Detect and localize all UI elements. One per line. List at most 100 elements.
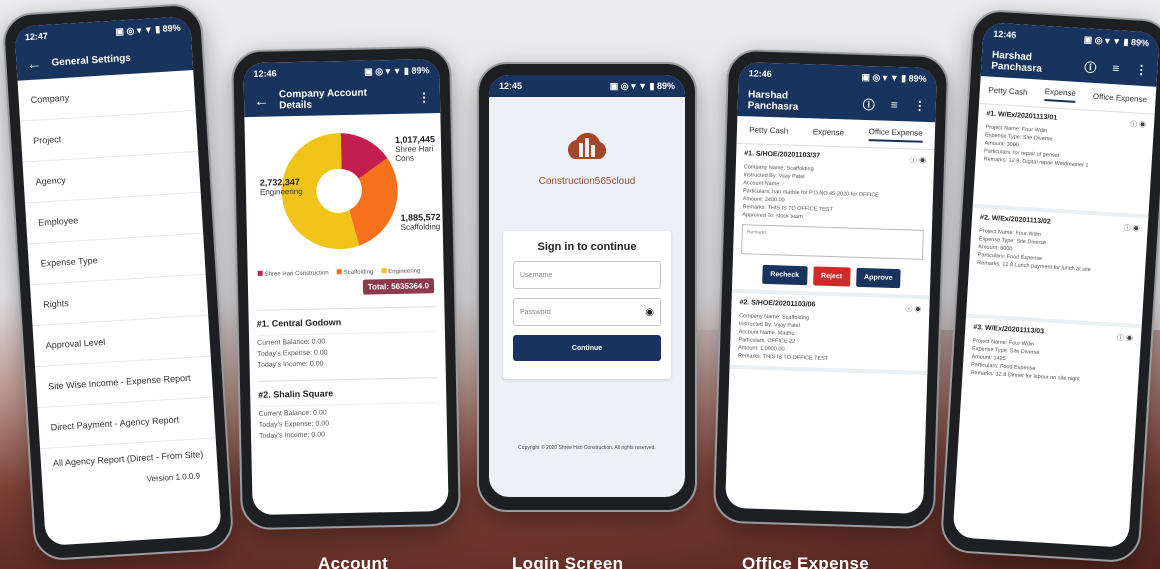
overflow-menu-icon[interactable]: ⋮ — [914, 99, 926, 113]
eye-icon[interactable]: ◉ — [1132, 226, 1139, 233]
back-arrow-icon[interactable]: ← — [254, 92, 269, 109]
info-icon[interactable]: ⓘ — [905, 306, 912, 313]
tab-office-expense[interactable]: Office Expense — [1093, 92, 1148, 104]
eye-icon[interactable]: ◉ — [1126, 335, 1133, 342]
screen: 12:46 ▣ ◎ ▾ ▼ ▮ 89% ← Company Account De… — [243, 58, 449, 516]
info-icon[interactable]: ⓘ — [910, 157, 917, 164]
caption-office-expense: Office Expense — [742, 554, 870, 569]
username-input[interactable]: Username — [513, 261, 661, 289]
info-icon[interactable]: ⓘ — [1117, 335, 1124, 342]
page-title: Harshad Panchasra — [747, 89, 799, 113]
logo-text: Construction565cloud — [538, 176, 636, 187]
menu-item-label: Direct Payment - Agency Report — [50, 414, 180, 433]
menu-item-label: Company — [30, 92, 70, 105]
phone-office-expense: 12:46 ▣ ◎ ▾ ▼ ▮ 89% Harshad Panchasra ⓘ … — [712, 48, 950, 530]
caption-account: Account — [318, 554, 389, 569]
approve-button[interactable]: Approve — [855, 267, 901, 289]
info-icon[interactable]: ⓘ — [1123, 225, 1130, 232]
branch-title: #1. Central Godown — [256, 315, 437, 336]
label-shree-hari: 1,017,445 Shree Hari Cons — [394, 134, 436, 163]
branch-line: Today's Income: 0.00 — [257, 360, 324, 369]
donut-hole — [328, 178, 355, 205]
status-time: 12:45 — [499, 81, 523, 91]
eye-icon[interactable]: ◉ — [645, 307, 654, 318]
card-title: #1. S/HOE/20201103/37 — [744, 150, 821, 160]
tab-office-expense[interactable]: Office Expense — [868, 126, 923, 143]
reject-button[interactable]: Reject — [812, 266, 851, 287]
status-icons: ▣ ◎ ▾ ▼ ▮ 89% — [861, 71, 927, 84]
login-heading: Sign in to continue — [537, 241, 637, 253]
phone-expense: 12:46 ▣ ◎ ▾ ▼ ▮ 89% Harshad Panchasra ⓘ … — [939, 8, 1160, 564]
tab-expense[interactable]: Expense — [1044, 86, 1077, 103]
card-title: #1. W/Ex/20201113/01 — [986, 110, 1058, 122]
cloud-buildings-icon — [567, 132, 607, 159]
status-time: 12:46 — [992, 28, 1017, 41]
remarks-input[interactable]: Remarks — [741, 224, 924, 260]
logo: Construction565cloud — [489, 125, 685, 187]
branch-card[interactable]: #2. Shalin Square Current Balance: 0.00 … — [257, 377, 440, 440]
legend-item: Scaffolding — [336, 268, 373, 276]
menu-item-label: Expense Type — [40, 255, 98, 269]
username-placeholder: Username — [520, 271, 553, 279]
expense-card: #2. S/HOE/20201103/06 ⓘ ◉ Company Name: … — [729, 292, 930, 376]
menu-item-label: Project — [32, 134, 62, 146]
menu-item-label: Approval Level — [45, 336, 106, 351]
branch-card[interactable]: #1. Central Godown Current Balance: 0.00… — [256, 306, 438, 369]
status-time: 12:47 — [24, 30, 49, 43]
expense-card: #1. W/Ex/20201113/01 ⓘ ◉ Project Name: F… — [972, 103, 1155, 219]
recheck-button[interactable]: Recheck — [762, 264, 808, 286]
filter-icon[interactable]: ≡ — [1112, 61, 1120, 75]
back-arrow-icon[interactable]: ← — [26, 55, 42, 73]
screen: 12:46 ▣ ◎ ▾ ▼ ▮ 89% Harshad Panchasra ⓘ … — [952, 22, 1160, 548]
screen: 12:46 ▣ ◎ ▾ ▼ ▮ 89% Harshad Panchasra ⓘ … — [725, 62, 937, 515]
branch-line: Current Balance: 0.00 — [258, 409, 327, 418]
branch-line: Today's Expense: 0.00 — [257, 349, 328, 358]
status-time: 12:46 — [253, 68, 277, 79]
menu-item-label: Agency — [35, 175, 67, 187]
tab-expense[interactable]: Expense — [813, 127, 844, 137]
menu-item-label: Site Wise Income - Expense Report — [47, 372, 191, 392]
action-buttons: Recheck Reject Approve — [740, 264, 923, 289]
page-title: General Settings — [51, 52, 132, 69]
filter-icon[interactable]: ≡ — [891, 98, 898, 112]
overflow-menu-icon[interactable]: ⋮ — [418, 90, 430, 104]
status-bar: 12:45 ▣ ◎ ▾ ▼ ▮ 89% — [489, 75, 685, 97]
menu-item-label: Rights — [42, 298, 70, 310]
screen: 12:45 ▣ ◎ ▾ ▼ ▮ 89% Construction565cloud… — [489, 75, 685, 497]
card-title: #2. W/Ex/20201113/02 — [979, 214, 1051, 226]
menu-item-label: All Agency Report (Direct - From Site) — [52, 449, 204, 469]
status-icons: ▣ ◎ ▾ ▼ ▮ 89% — [364, 64, 430, 77]
total-badge: Total: 5635364.0 — [362, 278, 435, 295]
menu-item-label: Employee — [37, 215, 79, 228]
legend-item: Engineering — [381, 267, 420, 275]
info-icon[interactable]: ⓘ — [863, 95, 876, 112]
page-title: Company Account Details — [278, 87, 368, 112]
label-engineering: 2,732,347 Engineering — [259, 176, 303, 197]
remarks-placeholder: Remarks — [746, 229, 767, 236]
login-card: Sign in to continue Username Password ◉ … — [503, 231, 671, 379]
donut-chart: 1,017,445 Shree Hari Cons 2,732,347 Engine… — [244, 113, 443, 267]
status-icons: ▣ ◎ ▾ ▼ ▮ 89% — [1083, 33, 1150, 48]
info-icon[interactable]: ⓘ — [1130, 121, 1137, 128]
tab-petty-cash[interactable]: Petty Cash — [988, 86, 1028, 97]
label-scaffolding: 1,885,572 Scaffolding — [400, 212, 441, 232]
screen: 12:47 ▣ ◎ ▾ ▼ ▮ 89% ← General Settings C… — [14, 16, 222, 546]
eye-icon[interactable]: ◉ — [1139, 122, 1146, 129]
eye-icon[interactable]: ◉ — [914, 307, 921, 314]
expense-card: #3. W/Ex/20201113/03 ⓘ ◉ Project Name: F… — [962, 318, 1142, 393]
info-icon[interactable]: ⓘ — [1084, 58, 1097, 76]
phone-login: 12:45 ▣ ◎ ▾ ▼ ▮ 89% Construction565cloud… — [477, 62, 697, 512]
password-input[interactable]: Password ◉ — [513, 298, 661, 326]
phone-general-settings: 12:47 ▣ ◎ ▾ ▼ ▮ 89% ← General Settings C… — [1, 2, 235, 562]
app-bar: ← Company Account Details ⋮ — [244, 81, 441, 117]
expense-card: #2. W/Ex/20201113/02 ⓘ ◉ Project Name: F… — [965, 207, 1149, 329]
continue-button[interactable]: Continue — [513, 335, 661, 361]
card-title: #3. W/Ex/20201113/03 — [973, 324, 1045, 336]
tab-petty-cash[interactable]: Petty Cash — [749, 125, 788, 135]
branch-line: Today's Expense: 0.00 — [258, 420, 330, 429]
overflow-menu-icon[interactable]: ⋮ — [1135, 62, 1148, 77]
caption-login-screen: Login Screen — [512, 554, 624, 569]
eye-icon[interactable]: ◉ — [919, 158, 926, 165]
copyright-text: Copyright © 2020 Shree Hari Construction… — [518, 445, 656, 451]
branch-line: Today's Income: 0.00 — [259, 431, 326, 440]
